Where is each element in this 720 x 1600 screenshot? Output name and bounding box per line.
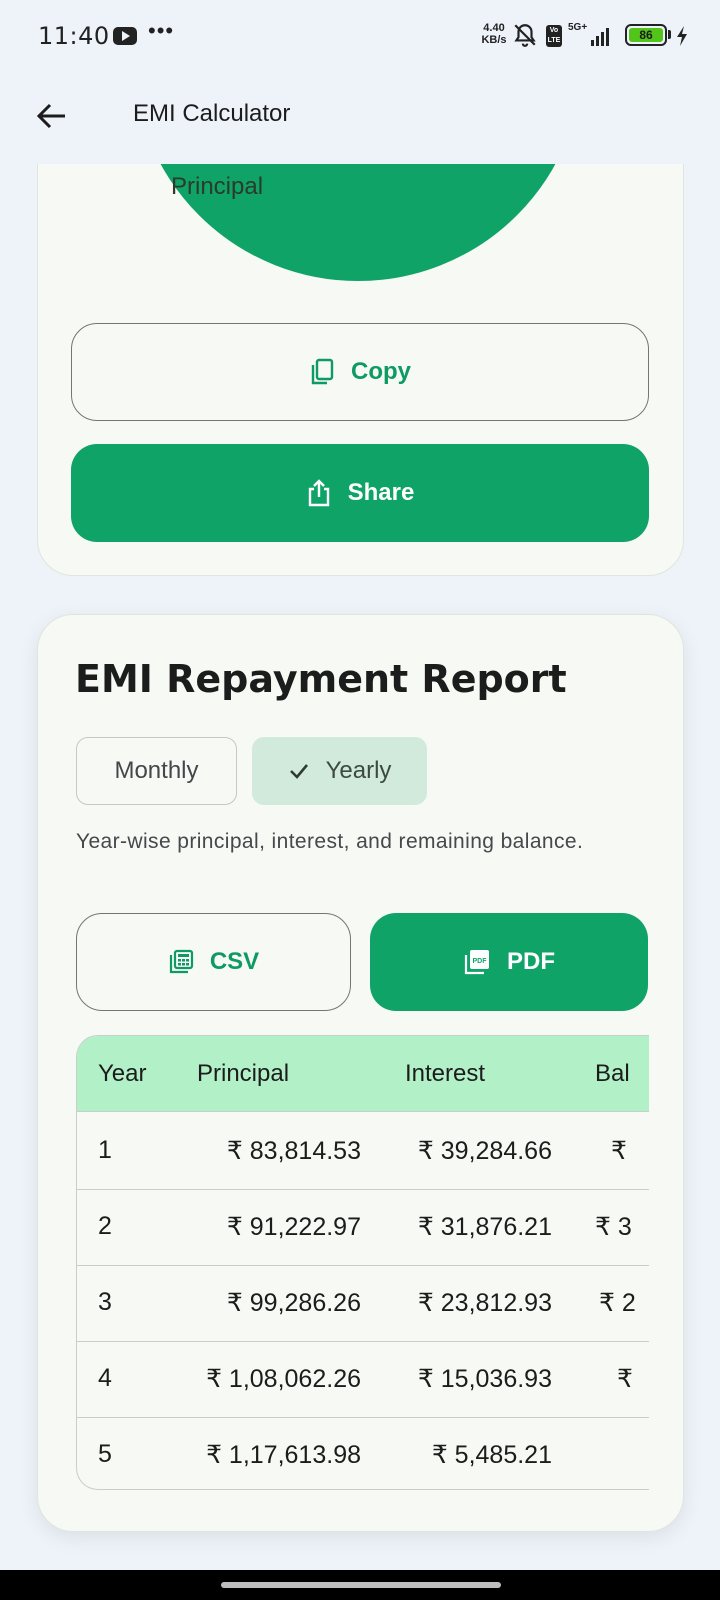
cell-year: 1 bbox=[98, 1136, 112, 1164]
signal-icon bbox=[591, 28, 609, 46]
network-speed-unit: KB/s bbox=[481, 34, 507, 46]
charging-bolt-icon bbox=[677, 26, 687, 46]
header-interest: Interest bbox=[405, 1060, 486, 1087]
cell-principal: ₹ 83,814.53 bbox=[226, 1137, 361, 1165]
check-icon bbox=[289, 764, 308, 779]
share-button-label: Share bbox=[347, 479, 415, 506]
segment-yearly-label: Yearly bbox=[325, 757, 392, 784]
cell-interest: ₹ 5,485.21 bbox=[431, 1441, 552, 1469]
bell-off-icon bbox=[514, 24, 536, 47]
youtube-icon bbox=[113, 27, 137, 45]
battery-level: 86 bbox=[629, 28, 663, 42]
cell-balance: ₹ bbox=[611, 1137, 627, 1165]
calculator-icon bbox=[169, 949, 193, 974]
status-time: 11:40 bbox=[38, 22, 110, 50]
network-speed: 4.40 KB/s bbox=[477, 22, 511, 46]
table-header: Year Principal Interest Bal bbox=[77, 1036, 649, 1112]
share-icon bbox=[308, 479, 329, 507]
copy-button-label: Copy bbox=[351, 358, 411, 385]
app-bar: EMI Calculator bbox=[0, 72, 720, 164]
cell-interest: ₹ 39,284.66 bbox=[417, 1137, 552, 1165]
cell-year: 4 bbox=[98, 1364, 112, 1392]
home-indicator[interactable] bbox=[221, 1582, 501, 1588]
export-pdf-button[interactable]: PDF PDF bbox=[370, 913, 648, 1011]
back-arrow-icon[interactable] bbox=[34, 98, 70, 134]
cell-interest: ₹ 31,876.21 bbox=[417, 1213, 552, 1241]
report-title: EMI Repayment Report bbox=[75, 657, 567, 701]
segment-monthly[interactable]: Monthly bbox=[76, 737, 237, 805]
volte-icon: Vo LTE bbox=[546, 25, 562, 47]
table-row: 3 ₹ 99,286.26 ₹ 23,812.93 ₹ 2 bbox=[77, 1265, 649, 1342]
export-pdf-label: PDF bbox=[507, 948, 555, 975]
copy-button[interactable]: Copy bbox=[71, 323, 649, 421]
cell-principal: ₹ 99,286.26 bbox=[226, 1289, 361, 1317]
table-row: 2 ₹ 91,222.97 ₹ 31,876.21 ₹ 3 bbox=[77, 1189, 649, 1266]
result-card: Principal Copy Share bbox=[37, 100, 684, 576]
network-type: 5G+ bbox=[568, 22, 588, 33]
table-row: 5 ₹ 1,17,613.98 ₹ 5,485.21 bbox=[77, 1417, 649, 1489]
cell-balance: ₹ 2 bbox=[599, 1289, 636, 1317]
battery-icon: 86 bbox=[625, 24, 667, 46]
cell-interest: ₹ 23,812.93 bbox=[417, 1289, 552, 1317]
report-description: Year-wise principal, interest, and remai… bbox=[76, 830, 584, 853]
cell-principal: ₹ 91,222.97 bbox=[226, 1213, 361, 1241]
cell-balance: ₹ 3 bbox=[595, 1213, 632, 1241]
table-row: 4 ₹ 1,08,062.26 ₹ 15,036.93 ₹ bbox=[77, 1341, 649, 1418]
status-bar: 11:40 ••• 4.40 KB/s Vo LTE 5G+ 86 bbox=[0, 0, 720, 72]
cell-year: 3 bbox=[98, 1288, 112, 1316]
header-year: Year bbox=[98, 1060, 147, 1087]
export-csv-button[interactable]: CSV bbox=[76, 913, 351, 1011]
cell-interest: ₹ 15,036.93 bbox=[417, 1365, 552, 1393]
export-csv-label: CSV bbox=[209, 948, 260, 975]
table-row: 1 ₹ 83,814.53 ₹ 39,284.66 ₹ bbox=[77, 1113, 649, 1190]
page-title: EMI Calculator bbox=[133, 100, 291, 127]
cell-balance: ₹ bbox=[617, 1365, 633, 1393]
battery-tip bbox=[668, 30, 671, 39]
more-notifications-icon: ••• bbox=[148, 18, 175, 43]
cell-year: 2 bbox=[98, 1212, 112, 1240]
cell-principal: ₹ 1,08,062.26 bbox=[206, 1365, 361, 1393]
header-principal: Principal bbox=[197, 1060, 290, 1087]
network-speed-value: 4.40 bbox=[483, 22, 505, 34]
repayment-report-card: EMI Repayment Report Monthly Yearly Year… bbox=[37, 614, 684, 1532]
copy-icon bbox=[311, 358, 334, 385]
header-balance: Bal bbox=[595, 1060, 630, 1087]
segment-yearly[interactable]: Yearly bbox=[252, 737, 427, 805]
cell-year: 5 bbox=[98, 1440, 112, 1468]
share-button[interactable]: Share bbox=[71, 444, 649, 542]
pdf-icon: PDF bbox=[464, 950, 489, 975]
donut-label-principal: Principal bbox=[171, 173, 264, 200]
segment-monthly-label: Monthly bbox=[114, 757, 199, 784]
svg-text:PDF: PDF bbox=[473, 958, 488, 965]
repayment-table[interactable]: Year Principal Interest Bal 1 ₹ 83,814.5… bbox=[76, 1035, 649, 1490]
cell-principal: ₹ 1,17,613.98 bbox=[206, 1441, 361, 1469]
